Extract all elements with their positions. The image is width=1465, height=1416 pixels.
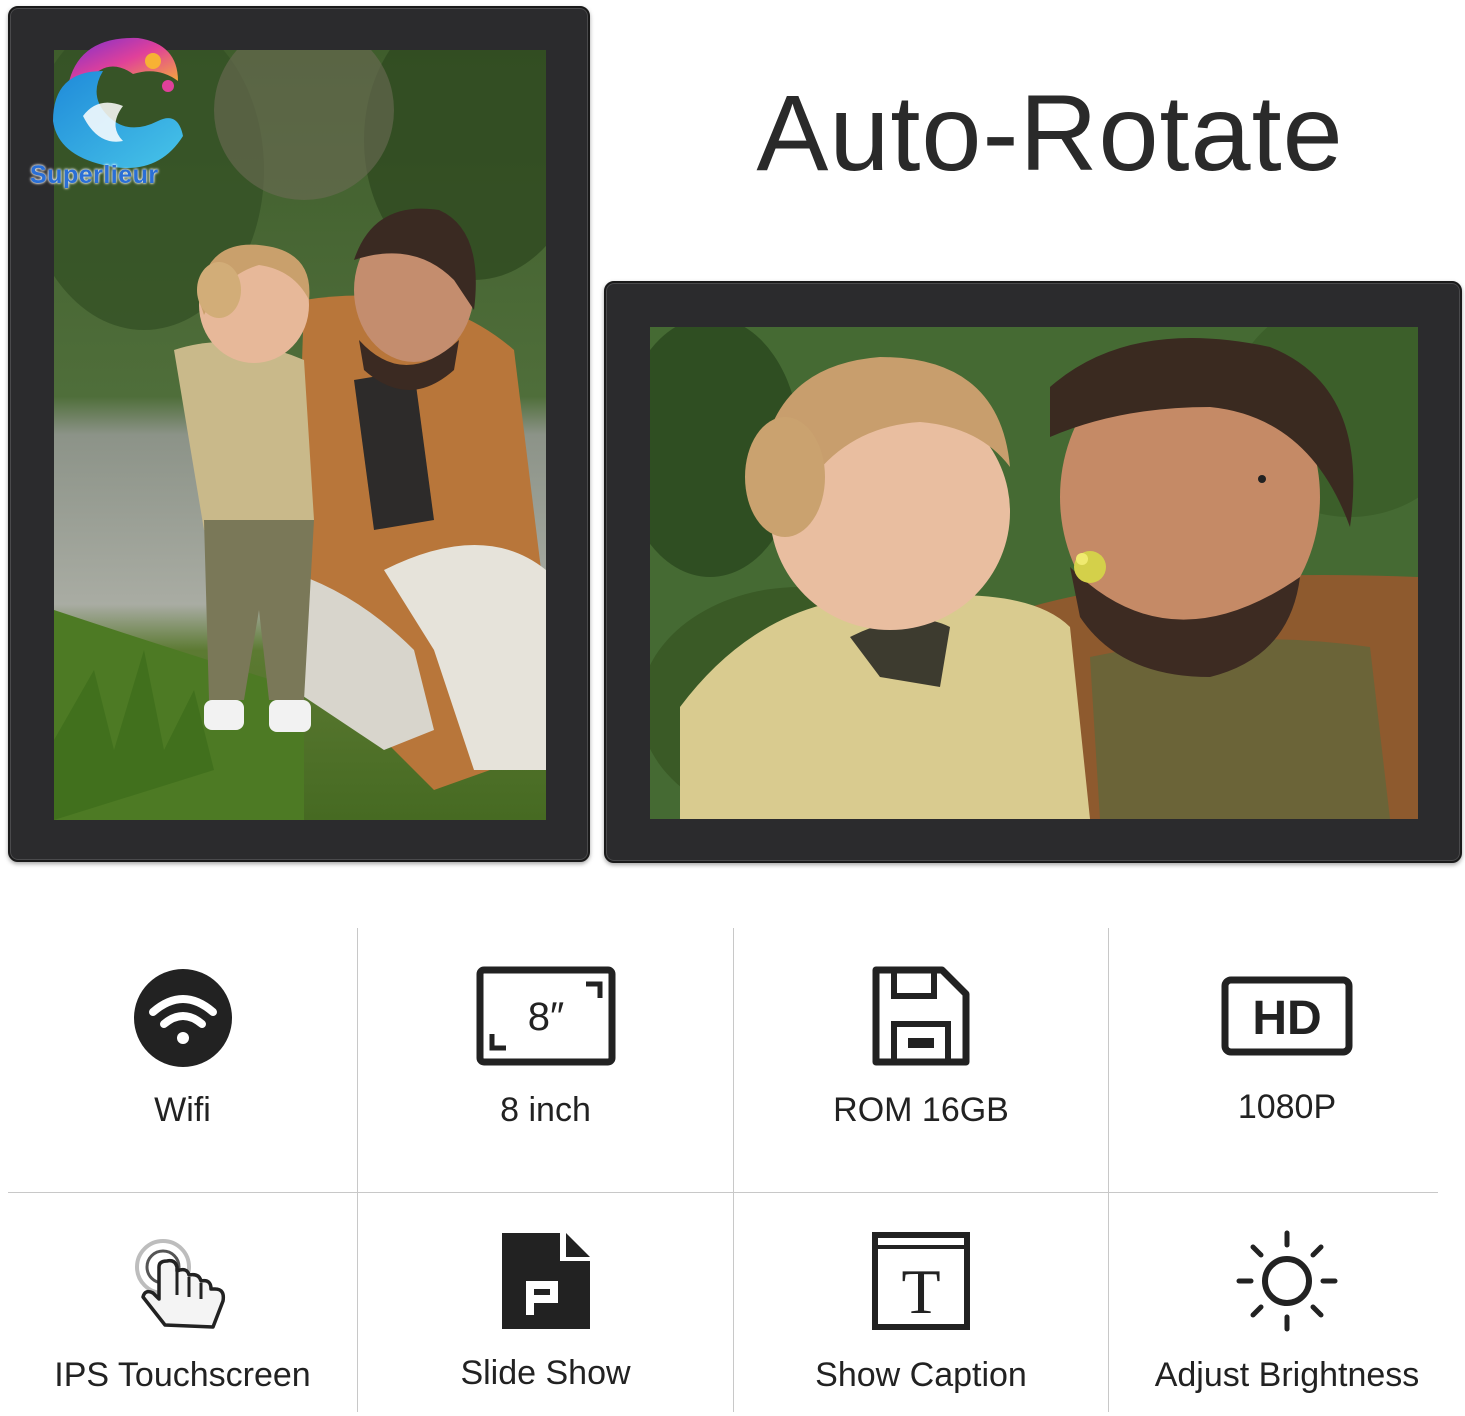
hd-icon-text: HD: [1252, 992, 1321, 1045]
hd-icon: HD: [1221, 976, 1353, 1056]
feature-brightness: Adjust Brightness: [1109, 1193, 1465, 1416]
feature-label-caption: Show Caption: [815, 1356, 1027, 1394]
feature-label-rom: ROM 16GB: [833, 1091, 1009, 1129]
feature-touchscreen: IPS Touchscreen: [8, 1193, 357, 1416]
feature-label-wifi: Wifi: [154, 1091, 211, 1129]
feature-screen-size: 8″ 8 inch: [358, 928, 733, 1192]
landscape-family-photo: [650, 327, 1418, 819]
feature-label-touchscreen: IPS Touchscreen: [54, 1356, 311, 1394]
landscape-photo-frame: [604, 281, 1462, 863]
touch-hand-icon: [134, 1239, 225, 1329]
headline-title: Auto-Rotate: [756, 72, 1344, 193]
landscape-photo-screen: [650, 327, 1418, 819]
feature-label-brightness: Adjust Brightness: [1154, 1356, 1420, 1394]
caption-icon-text: T: [901, 1256, 940, 1327]
screen-size-icon-text: 8″: [527, 995, 563, 1039]
slideshow-file-icon: [501, 1233, 590, 1329]
wifi-icon: [133, 969, 232, 1067]
brand-logo-text: Superlieur: [30, 161, 159, 189]
feature-rom: ROM 16GB: [734, 928, 1108, 1192]
brightness-icon: [1236, 1230, 1338, 1332]
feature-caption: T Show Caption: [734, 1193, 1108, 1416]
feature-label-screen-size: 8 inch: [500, 1091, 591, 1129]
caption-text-icon: T: [872, 1232, 970, 1330]
feature-label-slideshow: Slide Show: [460, 1354, 631, 1392]
feature-resolution: HD 1080P: [1109, 928, 1465, 1192]
feature-wifi: Wifi: [8, 928, 357, 1192]
floppy-disk-icon: [872, 966, 970, 1066]
screen-size-icon: 8″: [476, 966, 615, 1066]
feature-label-resolution: 1080P: [1237, 1088, 1337, 1126]
feature-slideshow: Slide Show: [358, 1193, 733, 1416]
